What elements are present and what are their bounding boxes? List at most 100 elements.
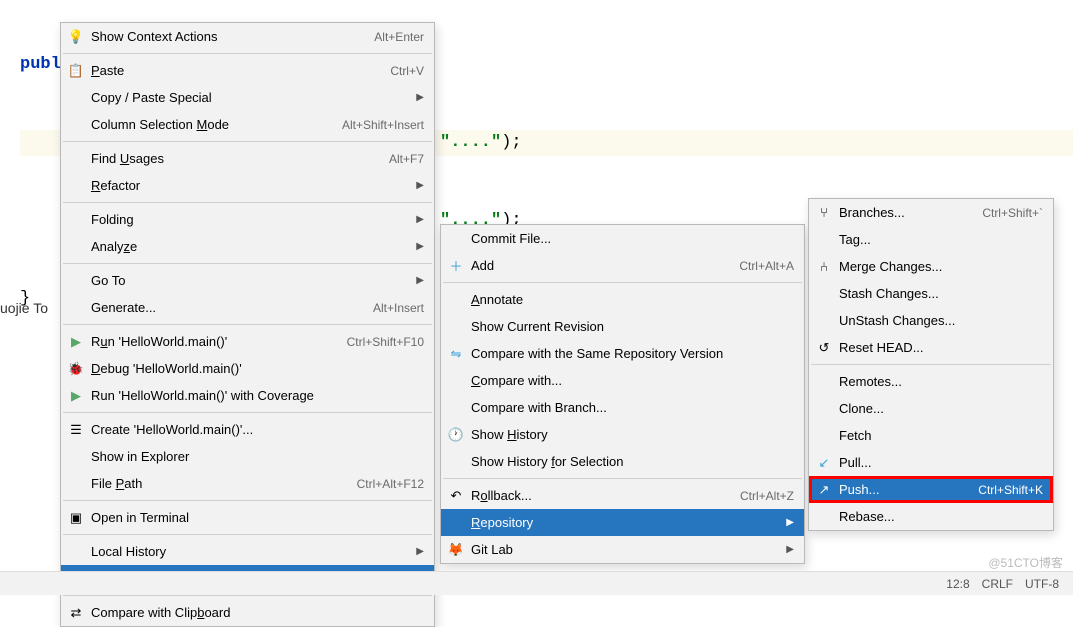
menu-separator [63,202,432,203]
repository-menu-item-branches[interactable]: ⑂Branches...Ctrl+Shift+` [809,199,1053,226]
context-menu-item-paste[interactable]: 📋 Paste Ctrl+V [61,57,434,84]
menu-item-label: UnStash Changes... [839,313,1043,328]
context-menu-item-analyze[interactable]: Analyze ▶ [61,233,434,260]
context-menu-item-folding[interactable]: Folding▶ [61,206,434,233]
git-menu-item-rollback[interactable]: ↶Rollback...Ctrl+Alt+Z [441,482,804,509]
repository-menu-item-push[interactable]: ↗Push...Ctrl+Shift+K [809,476,1053,503]
git-menu-item-show-current-revision[interactable]: Show Current Revision [441,313,804,340]
menu-item-shortcut: Ctrl+Alt+F12 [357,477,424,491]
context-menu-item-local-history[interactable]: Local History▶ [61,538,434,565]
context-menu-item-find-usages[interactable]: Find UsagesAlt+F7 [61,145,434,172]
menu-item-label: Compare with Clipboard [91,605,424,620]
menu-item-label: Repository [471,515,778,530]
repository-menu-item-reset-head[interactable]: ↺Reset HEAD... [809,334,1053,361]
repository-menu-item-tag[interactable]: Tag... [809,226,1053,253]
menu-item-label: Stash Changes... [839,286,1043,301]
menu-separator [63,141,432,142]
gitlab-icon: 🦊 [447,542,465,558]
menu-separator [443,478,802,479]
context-menu-item-file-path[interactable]: File PathCtrl+Alt+F12 [61,470,434,497]
file-encoding[interactable]: UTF-8 [1025,577,1059,591]
menu-item-label: Merge Changes... [839,259,1043,274]
menu-item-label: Git Lab [471,542,778,557]
branch-icon: ⑂ [815,205,833,221]
rollback-icon: ↶ [447,488,465,504]
repository-menu-item-rebase[interactable]: Rebase... [809,503,1053,530]
caret-position[interactable]: 12:8 [946,577,969,591]
repository-menu-item-merge-changes[interactable]: ⑃Merge Changes... [809,253,1053,280]
context-menu-item-copy-paste-special[interactable]: Copy / Paste Special▶ [61,84,434,111]
menu-item-label: Refactor [91,178,408,193]
blank-icon [67,273,85,289]
menu-item-shortcut: Ctrl+Shift+K [978,483,1043,497]
watermark-text: @51CTO博客 [988,554,1063,571]
context-menu-item-create-helloworld-main[interactable]: ☰ Create 'HelloWorld.main()'... [61,416,434,443]
context-menu-item-go-to[interactable]: Go To▶ [61,267,434,294]
git-menu-item-show-history[interactable]: 🕐Show History [441,421,804,448]
git-menu-item-commit-file[interactable]: Commit File... [441,225,804,252]
bulb-icon: 💡 [67,29,85,45]
menu-item-label: Find Usages [91,151,377,166]
blank-icon [67,151,85,167]
git-menu-item-add[interactable]: ＋AddCtrl+Alt+A [441,252,804,279]
context-menu-item-open-in-terminal[interactable]: ▣Open in Terminal [61,504,434,531]
submenu-arrow-icon: ▶ [416,241,424,252]
context-menu-item-run-helloworld-main-with-coverage[interactable]: ▶Run 'HelloWorld.main()' with Coverage [61,382,434,409]
menu-item-shortcut: Alt+Enter [374,30,424,44]
context-menu-item-column-selection-mode[interactable]: Column Selection ModeAlt+Shift+Insert [61,111,434,138]
blank-icon [815,401,833,417]
config-icon: ☰ [67,422,85,438]
git-menu-item-annotate[interactable]: Annotate [441,286,804,313]
menu-item-label: Create 'HelloWorld.main()'... [91,422,424,437]
menu-item-label: Run 'HelloWorld.main()' [91,334,335,349]
menu-item-label: Show History for Selection [471,454,794,469]
context-menu-item-compare-with-clipboard[interactable]: ⇄Compare with Clipboard [61,599,434,626]
menu-item-label: Paste [91,63,378,78]
blank-icon [815,232,833,248]
repository-menu-item-clone[interactable]: Clone... [809,395,1053,422]
context-menu-item-run-helloworld-main[interactable]: ▶Run 'HelloWorld.main()'Ctrl+Shift+F10 [61,328,434,355]
blank-icon [447,231,465,247]
context-menu-item-debug-helloworld-main[interactable]: 🐞Debug 'HelloWorld.main()' [61,355,434,382]
menu-item-label: Show Context Actions [91,29,362,44]
line-separator[interactable]: CRLF [982,577,1013,591]
context-menu-item-refactor[interactable]: Refactor▶ [61,172,434,199]
menu-separator [63,412,432,413]
menu-item-shortcut: Ctrl+V [390,64,424,78]
menu-item-label: Open in Terminal [91,510,424,525]
git-menu-item-repository[interactable]: Repository ▶ [441,509,804,536]
git-menu-item-compare-with-branch[interactable]: Compare with Branch... [441,394,804,421]
menu-item-label: Commit File... [471,231,794,246]
context-menu-item-generate[interactable]: Generate...Alt+Insert [61,294,434,321]
menu-item-label: Analyze [91,239,408,254]
blank-icon [67,178,85,194]
submenu-arrow-icon: ▶ [416,546,424,557]
menu-item-label: Compare with the Same Repository Version [471,346,794,361]
git-menu-item-compare-with[interactable]: Compare with... [441,367,804,394]
menu-item-label: Show in Explorer [91,449,424,464]
context-menu-item-show-context-actions[interactable]: 💡 Show Context Actions Alt+Enter [61,23,434,50]
repository-submenu: ⑂Branches...Ctrl+Shift+`Tag...⑃Merge Cha… [808,198,1054,531]
context-menu-item-show-in-explorer[interactable]: Show in Explorer [61,443,434,470]
menu-item-label: Reset HEAD... [839,340,1043,355]
blank-icon [815,374,833,390]
menu-separator [63,500,432,501]
menu-item-label: Pull... [839,455,1043,470]
context-menu-main: 💡 Show Context Actions Alt+Enter 📋 Paste Ctrl… [60,22,435,627]
repository-menu-item-unstash-changes[interactable]: UnStash Changes... [809,307,1053,334]
blank-icon [447,454,465,470]
repository-menu-item-pull[interactable]: ↙Pull... [809,449,1053,476]
repository-menu-item-remotes[interactable]: Remotes... [809,368,1053,395]
menu-separator [63,53,432,54]
add-icon: ＋ [447,258,465,274]
git-menu-item-compare-with-the-same-repository-version[interactable]: ⇋Compare with the Same Repository Versio… [441,340,804,367]
git-menu-item-show-history-for-selection[interactable]: Show History for Selection [441,448,804,475]
repository-menu-item-fetch[interactable]: Fetch [809,422,1053,449]
push-icon: ↗ [815,482,833,498]
clipboard-icon: 📋 [67,63,85,79]
menu-item-shortcut: Ctrl+Alt+A [739,259,794,273]
git-menu-item-git-lab[interactable]: 🦊Git Lab▶ [441,536,804,563]
repository-menu-item-stash-changes[interactable]: Stash Changes... [809,280,1053,307]
blank-icon [815,509,833,525]
submenu-arrow-icon: ▶ [786,517,794,528]
